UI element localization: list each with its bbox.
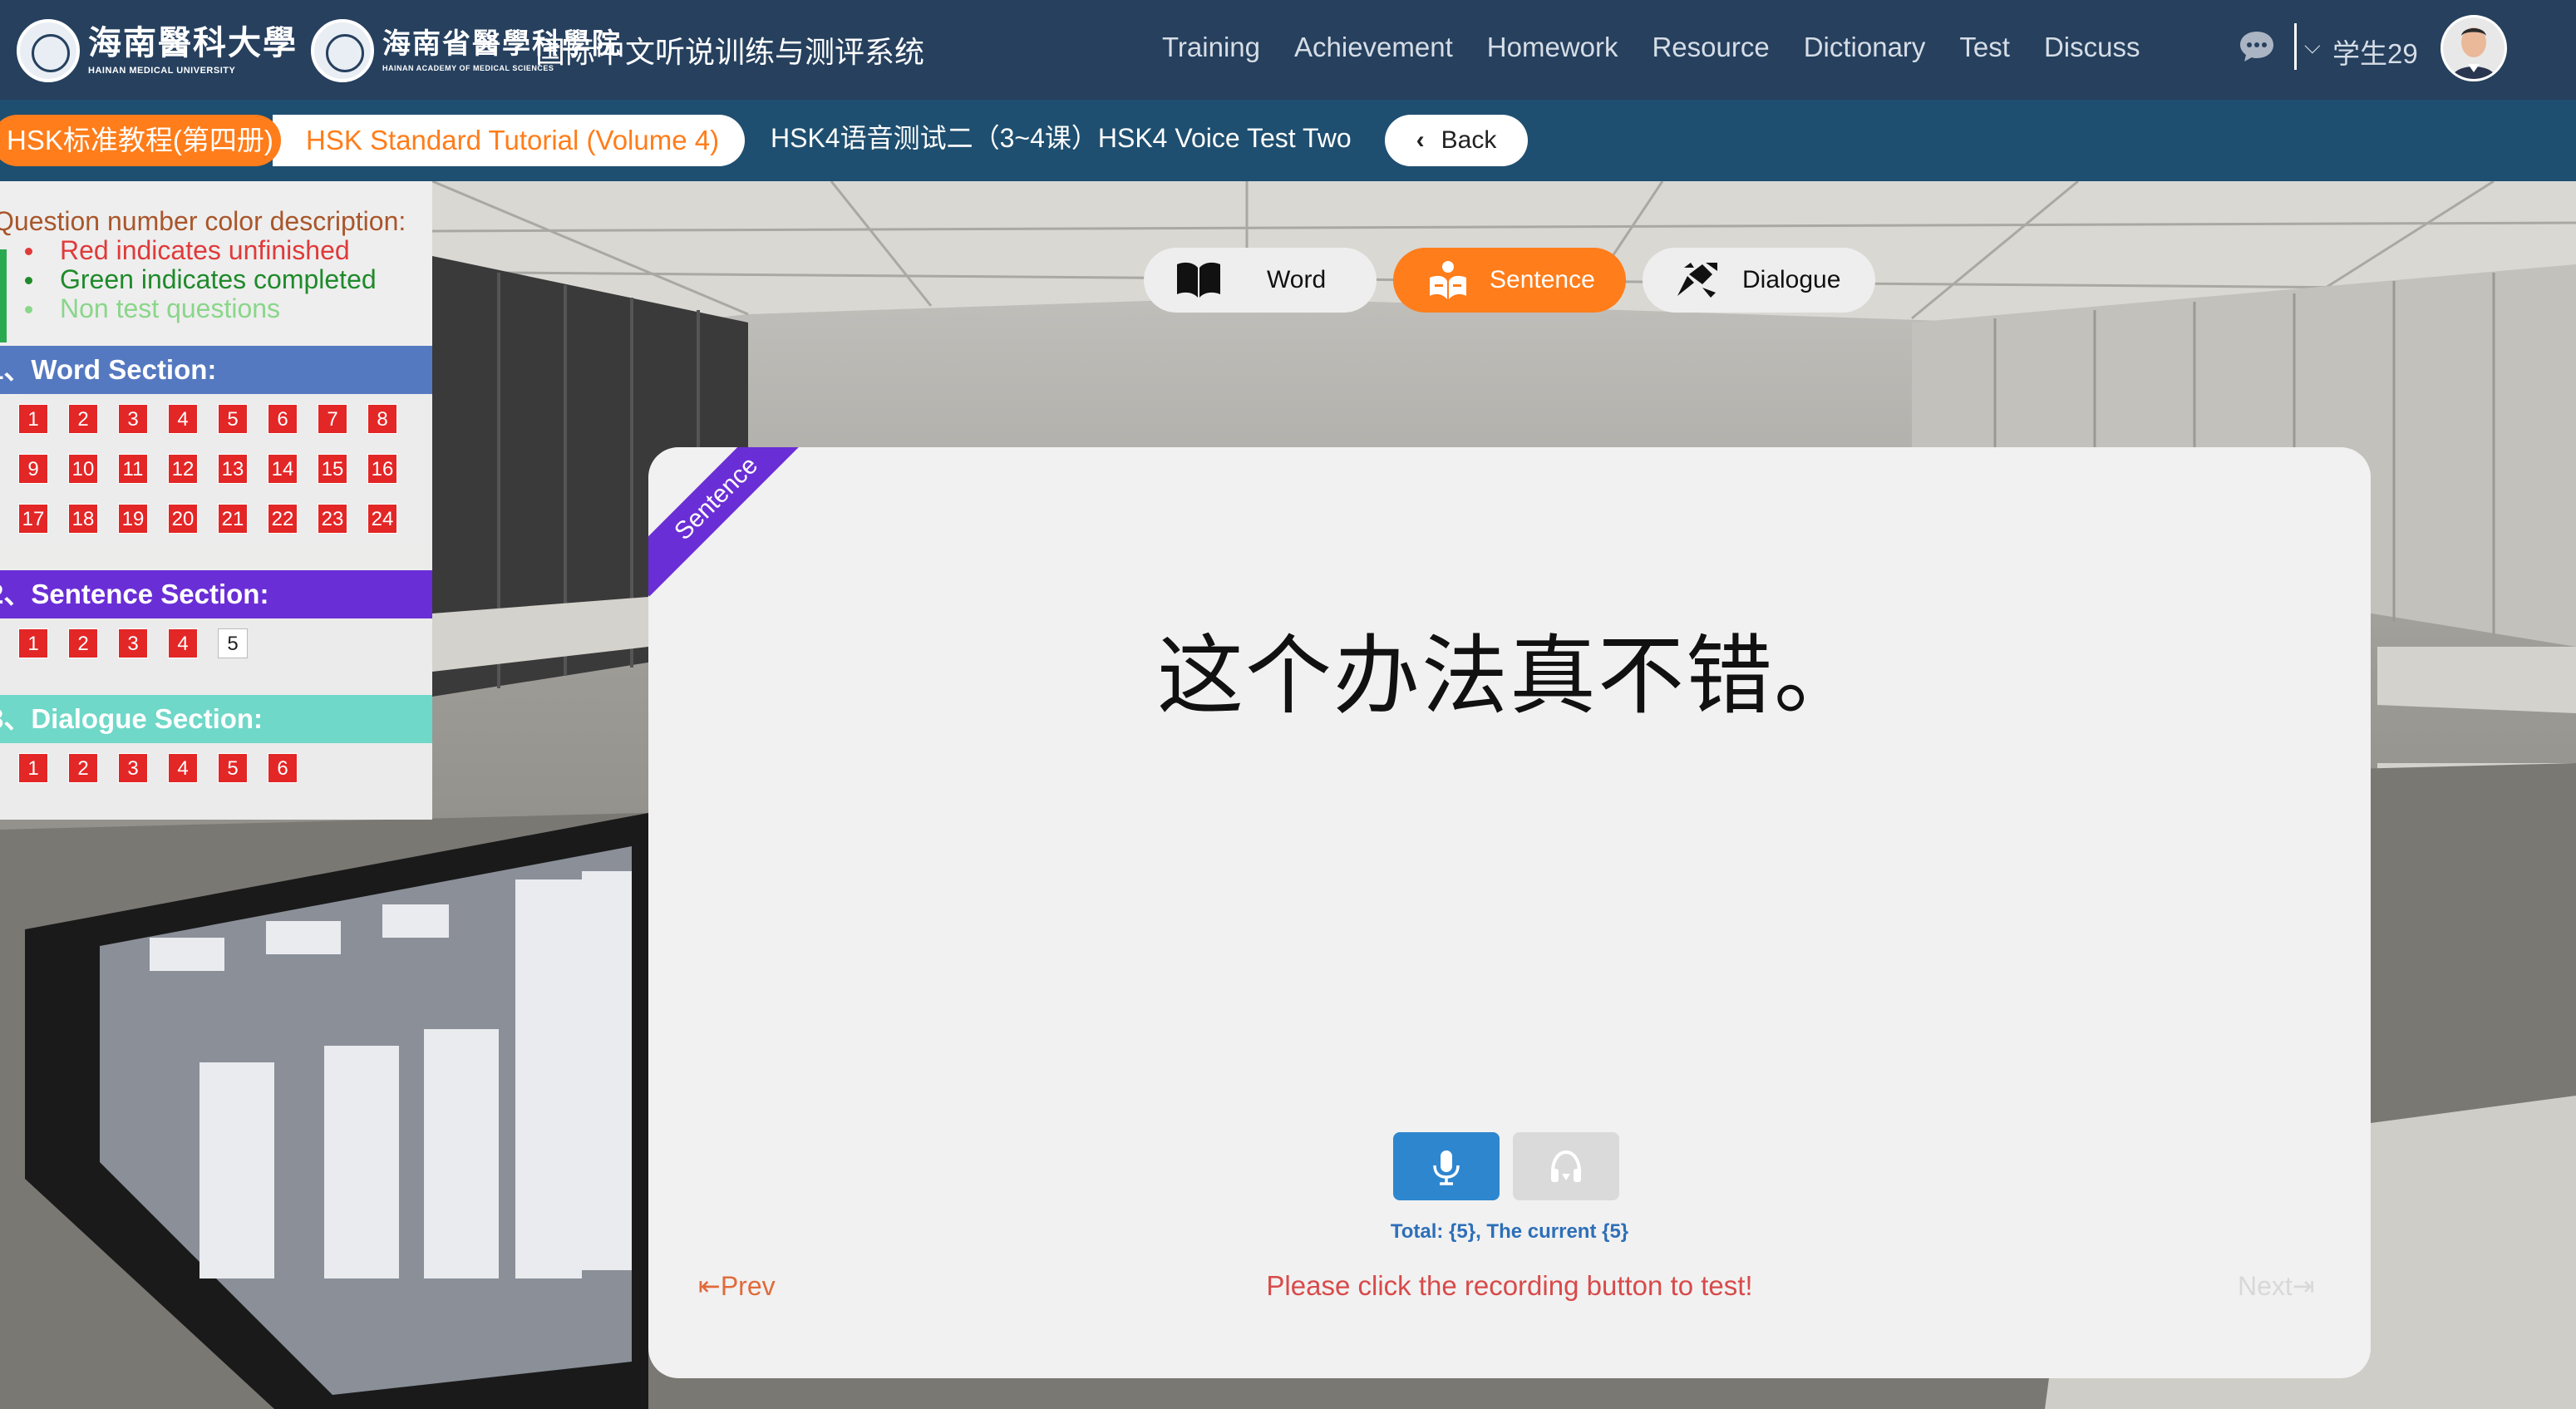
sentence-question-5[interactable]: 5 bbox=[218, 628, 248, 658]
legend-accent-bar bbox=[0, 249, 7, 342]
legend-item-completed: Green indicates completed bbox=[25, 265, 377, 294]
dialogue-question-grid: 123456 bbox=[18, 753, 417, 803]
sentence-question-3[interactable]: 3 bbox=[118, 628, 148, 658]
main-nav: Training Achievement Homework Resource D… bbox=[1162, 32, 2174, 63]
word-question-grid: 1 2 3 4 5 6 7 8 9 10 11 12 13 14 15 16 17 18 19 20 21 22 23 24 bbox=[18, 404, 417, 554]
top-navigation-bar: 海南醫科大學 HAINAN MEDICAL UNIVERSITY 海南省醫學科學… bbox=[0, 0, 2576, 100]
word-question-22[interactable]: 22 bbox=[268, 504, 298, 534]
logo-group: 海南醫科大學 HAINAN MEDICAL UNIVERSITY 海南省醫學科學… bbox=[17, 13, 622, 88]
sentence-question-4[interactable]: 4 bbox=[168, 628, 198, 658]
dialogue-icon bbox=[1677, 263, 1717, 298]
word-question-3[interactable]: 3 bbox=[118, 404, 148, 434]
dialogue-question-4[interactable]: 4 bbox=[168, 753, 198, 783]
word-question-10[interactable]: 10 bbox=[68, 454, 98, 484]
breadcrumb-test-name: HSK4语音测试二（3~4课）HSK4 Voice Test Two bbox=[771, 123, 1352, 153]
question-navigator-panel: Question number color description: Red i… bbox=[0, 181, 432, 820]
word-question-7[interactable]: 7 bbox=[318, 404, 347, 434]
word-question-23[interactable]: 23 bbox=[318, 504, 347, 534]
tab-sentence[interactable]: Sentence bbox=[1393, 248, 1626, 313]
word-question-9[interactable]: 9 bbox=[18, 454, 48, 484]
dialogue-question-6[interactable]: 6 bbox=[268, 753, 298, 783]
dialogue-question-5[interactable]: 5 bbox=[218, 753, 248, 783]
word-question-12[interactable]: 12 bbox=[168, 454, 198, 484]
user-divider bbox=[2294, 23, 2297, 70]
dialogue-question-2[interactable]: 2 bbox=[68, 753, 98, 783]
reading-person-icon bbox=[1430, 261, 1466, 299]
nav-discuss[interactable]: Discuss bbox=[2044, 32, 2140, 63]
dialogue-question-3[interactable]: 3 bbox=[118, 753, 148, 783]
instruction-hint: Please click the recording button to tes… bbox=[1266, 1270, 1753, 1301]
academy-seal-logo bbox=[311, 19, 374, 82]
nav-achievement[interactable]: Achievement bbox=[1294, 32, 1453, 63]
sentence-question-2[interactable]: 2 bbox=[68, 628, 98, 658]
tab-dialogue[interactable]: Dialogue bbox=[1643, 248, 1875, 313]
legend-list: Red indicates unfinished Green indicates… bbox=[25, 236, 377, 323]
word-question-4[interactable]: 4 bbox=[168, 404, 198, 434]
nav-test[interactable]: Test bbox=[1959, 32, 2010, 63]
word-question-2[interactable]: 2 bbox=[68, 404, 98, 434]
word-question-14[interactable]: 14 bbox=[268, 454, 298, 484]
nav-training[interactable]: Training bbox=[1162, 32, 1260, 63]
sentence-question-1[interactable]: 1 bbox=[18, 628, 48, 658]
word-question-8[interactable]: 8 bbox=[367, 404, 397, 434]
sentence-question-grid: 12345 bbox=[18, 628, 417, 678]
word-question-20[interactable]: 20 bbox=[168, 504, 198, 534]
nav-dictionary[interactable]: Dictionary bbox=[1804, 32, 1926, 63]
word-question-5[interactable]: 5 bbox=[218, 404, 248, 434]
word-question-13[interactable]: 13 bbox=[218, 454, 248, 484]
chevron-down-icon[interactable]: ⌵ bbox=[2304, 33, 2321, 60]
word-section-heading: 1、Word Section: bbox=[0, 346, 432, 394]
next-button[interactable]: Next⇥ bbox=[2238, 1270, 2315, 1302]
word-question-15[interactable]: 15 bbox=[318, 454, 347, 484]
breadcrumb-book-en[interactable]: HSK Standard Tutorial (Volume 4) bbox=[273, 115, 745, 166]
question-counter: Total: {5}, The current {5} bbox=[1390, 1220, 1629, 1243]
word-question-21[interactable]: 21 bbox=[218, 504, 248, 534]
legend-item-nontest: Non test questions bbox=[25, 294, 377, 323]
legend-title: Question number color description: bbox=[0, 206, 406, 236]
system-title: 国际中文听说训练与测评系统 bbox=[535, 35, 925, 69]
university-name-en: HAINAN MEDICAL UNIVERSITY bbox=[88, 65, 236, 76]
user-name[interactable]: 学生29 bbox=[2332, 32, 2418, 71]
back-button-label: Back bbox=[1441, 126, 1497, 154]
word-question-1[interactable]: 1 bbox=[18, 404, 48, 434]
nav-homework[interactable]: Homework bbox=[1487, 32, 1618, 63]
breadcrumb: HSK Standard Tutorial (Volume 4) HSK标准教程… bbox=[0, 100, 2576, 181]
university-name-cn: 海南醫科大學 bbox=[88, 22, 298, 62]
back-button[interactable]: ‹ Back bbox=[1385, 115, 1528, 166]
legend-item-unfinished: Red indicates unfinished bbox=[25, 236, 377, 265]
record-button[interactable] bbox=[1393, 1132, 1500, 1200]
question-sentence: 这个办法真不错。 bbox=[1156, 625, 1862, 727]
word-question-6[interactable]: 6 bbox=[268, 404, 298, 434]
question-card: Sentence 这个办法真不错。 Total: {5}, The curren… bbox=[648, 447, 2371, 1378]
dialogue-section-heading: 3、Dialogue Section: bbox=[0, 695, 432, 743]
playback-button[interactable] bbox=[1513, 1132, 1619, 1200]
breadcrumb-book-cn[interactable]: HSK标准教程(第四册) bbox=[0, 115, 281, 166]
tab-sentence-label: Sentence bbox=[1490, 266, 1595, 293]
word-question-17[interactable]: 17 bbox=[18, 504, 48, 534]
headphones-icon bbox=[1551, 1150, 1581, 1182]
tab-dialogue-label: Dialogue bbox=[1742, 266, 1841, 293]
university-seal-logo bbox=[17, 19, 80, 82]
section-ribbon: Sentence bbox=[648, 447, 815, 597]
nav-resource[interactable]: Resource bbox=[1652, 32, 1769, 63]
university-name: 海南醫科大學 HAINAN MEDICAL UNIVERSITY bbox=[88, 22, 298, 76]
chat-bubble-icon[interactable] bbox=[2239, 30, 2275, 63]
tab-word[interactable]: Word bbox=[1144, 248, 1377, 313]
word-question-19[interactable]: 19 bbox=[118, 504, 148, 534]
word-question-16[interactable]: 16 bbox=[367, 454, 397, 484]
chevron-left-icon: ‹ bbox=[1416, 126, 1425, 154]
tab-word-label: Word bbox=[1267, 266, 1327, 293]
word-question-11[interactable]: 11 bbox=[118, 454, 148, 484]
word-question-18[interactable]: 18 bbox=[68, 504, 98, 534]
dialogue-question-1[interactable]: 1 bbox=[18, 753, 48, 783]
word-question-24[interactable]: 24 bbox=[367, 504, 397, 534]
book-icon bbox=[1177, 262, 1220, 298]
avatar[interactable] bbox=[2441, 15, 2507, 81]
microphone-icon bbox=[1433, 1150, 1460, 1185]
sentence-section-heading: 2、Sentence Section: bbox=[0, 570, 432, 618]
